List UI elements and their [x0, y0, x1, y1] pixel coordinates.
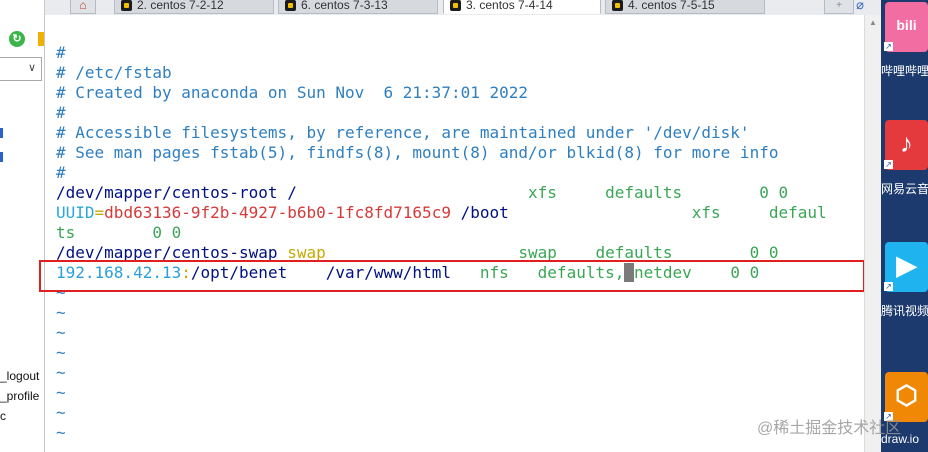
terminal-line: #	[56, 103, 66, 123]
terminal-text: # Created by anaconda on Sun Nov 6 21:37…	[56, 83, 529, 102]
taskbar-app-tencent-video[interactable]: ▶ ↗ 腾讯视频	[881, 240, 928, 320]
terminal-text: ~	[56, 403, 66, 422]
tab-label: 6. centos 7-3-13	[301, 0, 388, 12]
terminal-text: dbd63136-9f2b-4927-b6b0-1fc8fd7165c9	[104, 203, 451, 222]
terminal-text: ~	[56, 363, 66, 382]
home-icon: ⌂	[79, 0, 87, 12]
watermark: @稀土掘金技术社区	[757, 420, 902, 437]
tab-session-2[interactable]: 2. centos 7-2-12	[114, 0, 274, 14]
terminal-text: /dev/mapper/centos-root /	[56, 183, 297, 202]
terminal-text: ts	[56, 223, 76, 242]
terminal-icon	[285, 0, 296, 11]
terminal-text: # Accessible filesystems, by reference, …	[56, 123, 750, 142]
taskbar-app-netease-music[interactable]: ♪ ↗ 网易云音	[881, 118, 928, 198]
terminal-editor[interactable]: # # /etc/fstab # Created by anaconda on Su…	[46, 15, 864, 452]
terminal-text: /boot	[450, 203, 509, 222]
chevron-down-icon: ∨	[27, 62, 36, 74]
terminal-line: # /etc/fstab	[56, 63, 172, 83]
terminal-line: ~	[56, 303, 66, 323]
terminal-line: ~	[56, 363, 66, 383]
taskbar-app-drawio[interactable]: ⬡ ↗ draw.io	[881, 370, 928, 450]
paperclip-icon[interactable]: ⌀	[850, 0, 870, 14]
terminal-line: #	[56, 163, 66, 183]
terminal-text: =	[94, 203, 105, 222]
terminal-text: xfs defaults 0 0	[296, 183, 789, 202]
terminal-line: # Accessible filesystems, by reference, …	[56, 123, 750, 143]
plus-icon: +	[836, 0, 842, 11]
terminal-text: ~	[56, 423, 66, 442]
terminal-line: ~	[56, 403, 66, 423]
terminal-scrollbar[interactable]: ▲	[864, 15, 881, 452]
taskbar-app-bilibili[interactable]: bili ↗ 哔哩哔哩	[881, 0, 928, 80]
taskbar-app-label: 腾讯视频	[881, 304, 928, 318]
taskbar-app-label: 哔哩哔哩	[881, 64, 928, 78]
left-side-panel: ↻ ∨ _logout _profile c	[0, 0, 45, 452]
shortcut-arrow-icon: ↗	[884, 282, 893, 291]
shortcut-arrow-icon: ↗	[884, 160, 893, 169]
tab-session-4[interactable]: 4. centos 7-5-15	[605, 0, 765, 14]
session-select[interactable]: ∨	[0, 57, 42, 81]
tab-label: 3. centos 7-4-14	[466, 0, 553, 12]
terminal-text: ~	[56, 303, 66, 322]
terminal-line: ~	[56, 423, 66, 443]
terminal-text: 0 0	[75, 223, 182, 242]
terminal-text: ~	[56, 323, 66, 342]
terminal-text: ~	[56, 343, 66, 362]
terminal-line: ~	[56, 343, 66, 363]
taskbar-app-label: 网易云音	[881, 182, 928, 196]
terminal-line: #	[56, 43, 66, 63]
terminal-text: # See man pages fstab(5), findfs(8), mou…	[56, 143, 779, 162]
tree-marker-icon	[0, 128, 3, 138]
terminal-line: # See man pages fstab(5), findfs(8), mou…	[56, 143, 778, 163]
tab-label: 2. centos 7-2-12	[137, 0, 224, 12]
tab-session-6[interactable]: 6. centos 7-3-13	[278, 0, 438, 14]
terminal-line: UUID=dbd63136-9f2b-4927-b6b0-1fc8fd7165c…	[56, 203, 827, 223]
refresh-icon[interactable]: ↻	[9, 31, 25, 47]
tab-session-3[interactable]: 3. centos 7-4-14	[443, 0, 601, 14]
terminal-line: ts 0 0	[56, 223, 181, 243]
terminal-text: xfs defaul	[508, 203, 827, 222]
session-tab-bar: ⌂ 2. centos 7-2-12 6. centos 7-3-13 3. c…	[45, 0, 883, 15]
terminal-text: #	[56, 103, 66, 122]
terminal-icon	[121, 0, 132, 11]
desktop-taskbar: bili ↗ 哔哩哔哩 ♪ ↗ 网易云音 ▶ ↗ 腾讯视频 ⬡ ↗ draw.io	[881, 0, 928, 452]
terminal-text: # /etc/fstab	[56, 63, 172, 82]
terminal-text: ~	[56, 383, 66, 402]
file-item[interactable]: c	[0, 409, 6, 423]
terminal-line: /dev/mapper/centos-root / xfs defaults 0…	[56, 183, 788, 203]
scroll-up-icon[interactable]: ▲	[869, 18, 877, 27]
terminal-text: UUID	[56, 203, 95, 222]
terminal-line: ~	[56, 383, 66, 403]
terminal-line: # Created by anaconda on Sun Nov 6 21:37…	[56, 83, 528, 103]
terminal-line: ~	[56, 323, 66, 343]
folder-marker-icon	[38, 32, 44, 46]
terminal-icon	[450, 0, 461, 11]
terminal-icon	[612, 0, 623, 11]
shortcut-arrow-icon: ↗	[884, 42, 893, 51]
file-item[interactable]: _logout	[0, 369, 39, 383]
terminal-text: #	[56, 43, 66, 62]
highlight-box	[39, 260, 865, 292]
terminal-text: #	[56, 163, 66, 182]
file-item[interactable]: _profile	[0, 389, 39, 403]
tree-marker-icon	[0, 152, 3, 162]
home-tab-button[interactable]: ⌂	[70, 0, 96, 14]
tab-label: 4. centos 7-5-15	[628, 0, 715, 12]
